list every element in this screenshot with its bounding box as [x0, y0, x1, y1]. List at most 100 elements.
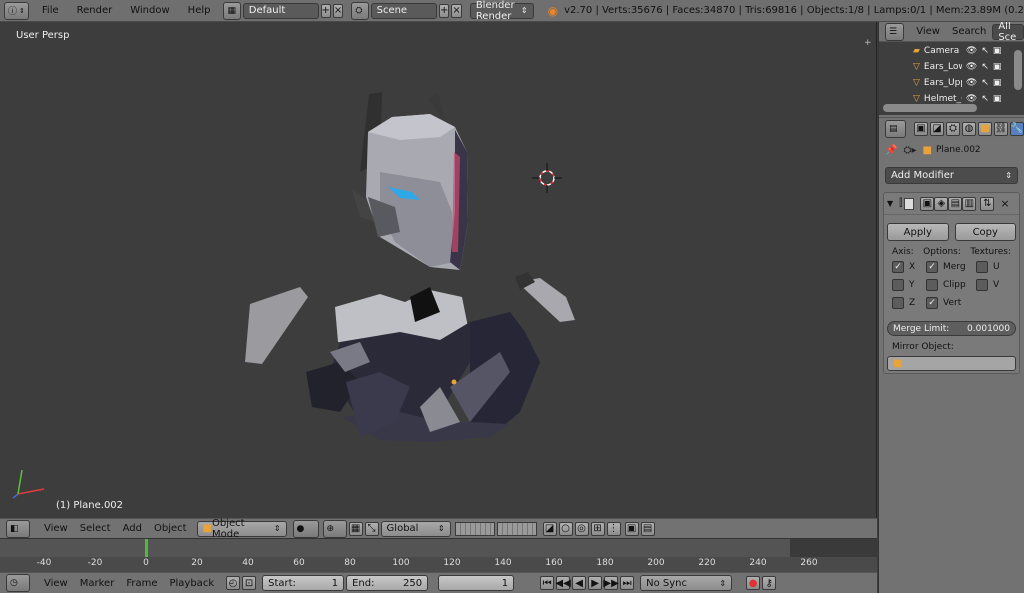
start-frame-field[interactable]: Start: 1	[262, 575, 345, 591]
jump-end-button[interactable]: ⏭	[620, 576, 635, 590]
axis-checkbox-x[interactable]: ✓ X	[892, 261, 915, 273]
render-layer-button[interactable]: ○	[558, 521, 573, 536]
menu-render[interactable]: Render	[68, 5, 122, 16]
render-camera-icon[interactable]: ▣	[993, 46, 1002, 56]
opengl-render-button[interactable]: ▣	[624, 521, 639, 536]
outliner-scrollbar-horizontal[interactable]	[883, 104, 977, 112]
editor-type-3d-button[interactable]: ◧	[6, 519, 30, 538]
outliner-scrollbar-vertical[interactable]	[1014, 50, 1022, 90]
delete-layout-button[interactable]: ×	[332, 3, 344, 18]
cursor-icon[interactable]: ↖	[981, 46, 989, 56]
timeline-area[interactable]: -40 -20 0 20 40 60 80 100 120 140 160 180 200 220 240 2…	[0, 538, 877, 572]
add-modifier-dropdown[interactable]: Add Modifier ⇕	[885, 167, 1018, 184]
opengl-render-anim-button[interactable]: ▤	[640, 521, 655, 536]
cursor-icon[interactable]: ↖	[981, 94, 989, 104]
options-checkbox-merg[interactable]: ✓ Merg	[926, 261, 966, 273]
axis-checkbox-z[interactable]: Z	[892, 297, 915, 309]
show-editmode-button[interactable]: ◈	[934, 196, 949, 211]
render-engine-dropdown[interactable]: Blender Render ⇕	[469, 0, 534, 22]
layer-buttons-2[interactable]	[496, 521, 537, 536]
jump-start-button[interactable]: ⏮	[540, 576, 555, 590]
transform-orientation-dropdown[interactable]: Global ⇕	[380, 520, 451, 537]
snap-element-dropdown[interactable]: ⋮	[606, 521, 621, 536]
menu-add[interactable]: Add	[117, 523, 148, 534]
outliner-item[interactable]: ▽ Ears_Low 👁 ↖ ▣	[879, 59, 1024, 75]
add-scene-button[interactable]: +	[439, 3, 450, 18]
lock-layers-button[interactable]: ◪	[542, 521, 557, 536]
menu-select[interactable]: Select	[74, 523, 117, 534]
cursor-icon[interactable]: ↖	[981, 62, 989, 72]
menu-playback[interactable]: Playback	[163, 578, 220, 589]
snap-toggle[interactable]: ⊞	[590, 521, 605, 536]
modifier-name-field[interactable]	[904, 197, 915, 210]
auto-keying-button[interactable]: ●	[746, 576, 761, 590]
play-reverse-button[interactable]: ◀	[572, 576, 587, 590]
merge-limit-field[interactable]: Merge Limit: 0.001000	[887, 321, 1016, 336]
tab-object[interactable]: ■	[978, 121, 992, 136]
proportional-edit-button[interactable]: ◎	[574, 521, 589, 536]
menu-window[interactable]: Window	[121, 5, 178, 16]
apply-button[interactable]: Apply	[887, 223, 949, 241]
outliner-item[interactable]: ▽ Ears_Upp 👁 ↖ ▣	[879, 75, 1024, 91]
menu-view[interactable]: View	[38, 578, 74, 589]
outliner-item[interactable]: ▰ Camera 👁 ↖ ▣	[879, 43, 1024, 59]
outliner-list[interactable]: ▰ Camera 👁 ↖ ▣ ▽ Ears_Low 👁 ↖ ▣ ▽ Ears_Upp 👁 ↖ ▣ ▽ Helme…	[879, 42, 1024, 115]
pivot-point-dropdown[interactable]: ⊕	[322, 519, 347, 538]
show-render-button[interactable]: ▥	[962, 196, 977, 211]
layer-buttons-1[interactable]	[454, 521, 495, 536]
render-camera-icon[interactable]: ▣	[993, 78, 1002, 88]
show-viewport-button[interactable]: ▤	[948, 196, 963, 211]
render-camera-icon[interactable]: ▣	[993, 62, 1002, 72]
end-frame-field[interactable]: End: 250	[346, 575, 429, 591]
screen-layout-field[interactable]: Default	[242, 2, 319, 19]
current-frame-field[interactable]: 1	[438, 575, 515, 591]
limit-selection-button[interactable]: ▦	[348, 521, 363, 536]
keying-set-button[interactable]: ⚷	[762, 576, 777, 590]
move-modifier-button[interactable]: ⇅	[980, 196, 995, 211]
eye-icon[interactable]: 👁	[966, 62, 977, 72]
scene-selector[interactable]: ⛭	[351, 1, 369, 20]
outliner-menu-search[interactable]: Search	[946, 26, 992, 37]
play-button[interactable]: ▶	[588, 576, 603, 590]
menu-help[interactable]: Help	[179, 5, 220, 16]
axis-checkbox-y[interactable]: Y	[892, 279, 915, 291]
editor-type-timeline-button[interactable]: ◷	[6, 574, 30, 592]
sync-mode-dropdown[interactable]: No Sync ⇕	[640, 575, 733, 591]
preview-range-toggle[interactable]: ◴	[226, 576, 241, 590]
viewport-shading-dropdown[interactable]: ●	[292, 519, 319, 538]
manipulator-toggle[interactable]: ⤡	[364, 521, 379, 536]
scene-field[interactable]: Scene	[370, 2, 438, 19]
editor-type-info-button[interactable]: ⓘ ⇕	[4, 1, 29, 20]
jump-next-keyframe-button[interactable]: ▶▶	[603, 576, 619, 590]
area-split-plus-icon[interactable]: +	[864, 38, 874, 48]
current-frame-indicator[interactable]	[145, 539, 148, 557]
3d-viewport[interactable]: User Persp (1) Plane.002 +	[0, 22, 877, 518]
screen-layout-selector[interactable]: ▦	[223, 1, 241, 20]
render-camera-icon[interactable]: ▣	[993, 94, 1002, 104]
menu-view[interactable]: View	[38, 523, 74, 534]
eye-icon[interactable]: 👁	[966, 78, 977, 88]
options-checkbox-clipp[interactable]: Clipp	[926, 279, 966, 291]
jump-prev-keyframe-button[interactable]: ◀◀	[555, 576, 571, 590]
cursor-icon[interactable]: ↖	[981, 78, 989, 88]
add-layout-button[interactable]: +	[320, 3, 331, 18]
textures-checkbox-u[interactable]: U	[976, 261, 1000, 273]
interaction-mode-dropdown[interactable]: ■ Object Mode ⇕	[196, 518, 287, 540]
tab-world[interactable]: ◍	[962, 121, 976, 136]
menu-frame[interactable]: Frame	[120, 578, 163, 589]
editor-type-outliner-button[interactable]: ☰	[885, 22, 905, 41]
menu-file[interactable]: File	[33, 5, 68, 16]
tab-constraints[interactable]: ⛓	[994, 121, 1008, 136]
editor-type-properties-button[interactable]: ▤	[885, 119, 906, 138]
tab-render-layers[interactable]: ◪	[930, 121, 944, 136]
remove-modifier-icon[interactable]: ×	[1000, 197, 1009, 210]
lock-time-button[interactable]: ⊡	[242, 576, 257, 590]
delete-scene-button[interactable]: ×	[451, 3, 462, 18]
eye-icon[interactable]: 👁	[966, 46, 977, 56]
menu-object[interactable]: Object	[148, 523, 193, 534]
copy-button[interactable]: Copy	[954, 223, 1016, 241]
mirror-object-field[interactable]: ■	[887, 356, 1016, 371]
tab-modifiers[interactable]: 🔧	[1010, 121, 1024, 136]
menu-marker[interactable]: Marker	[74, 578, 121, 589]
outliner-display-mode[interactable]: All Sce	[992, 22, 1024, 43]
